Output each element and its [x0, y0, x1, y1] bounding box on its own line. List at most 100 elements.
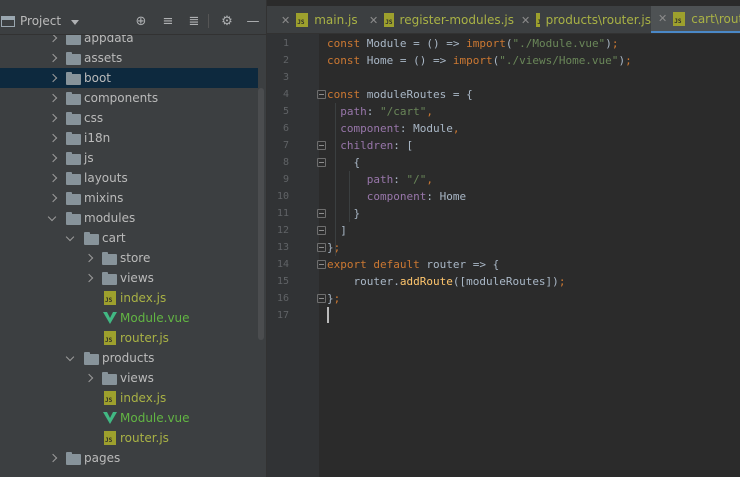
tab-label: products\router.js: [545, 13, 651, 27]
fold-marker-icon[interactable]: [317, 209, 326, 218]
fold-marker-icon[interactable]: [317, 243, 326, 252]
tree-file-module-vue[interactable]: Module.vue: [0, 308, 266, 328]
code-line[interactable]: component: Home: [327, 188, 466, 205]
line-number: 1: [282, 38, 289, 49]
tree-item-label: views: [120, 271, 154, 285]
code-line[interactable]: path: "/cart",: [327, 103, 433, 120]
fold-marker-icon[interactable]: [317, 141, 326, 150]
fold-marker-icon[interactable]: [317, 260, 326, 269]
line-number: 17: [276, 310, 289, 321]
chevron-right-icon[interactable]: [48, 35, 56, 43]
chevron-right-icon[interactable]: [84, 255, 92, 263]
fold-marker-icon[interactable]: [317, 158, 326, 167]
hide-panel-icon[interactable]: —: [244, 12, 262, 30]
locate-file-icon[interactable]: ⊕: [132, 12, 150, 30]
chevron-right-icon[interactable]: [84, 275, 92, 283]
line-number: 14: [276, 259, 289, 270]
chevron-right-icon[interactable]: [48, 115, 56, 123]
line-number: 6: [282, 123, 289, 134]
code-line[interactable]: children: [: [327, 137, 413, 154]
tree-folder-pages[interactable]: pages: [0, 448, 266, 468]
code-line[interactable]: router.addRoute([moduleRoutes]);: [327, 273, 565, 290]
close-icon[interactable]: ✕: [521, 14, 530, 27]
chevron-right-icon[interactable]: [48, 455, 56, 463]
editor-tab[interactable]: ✕ JS main.js: [274, 6, 362, 33]
tree-folder-cart[interactable]: cart: [0, 228, 266, 248]
code-line[interactable]: const Module = () => import("./Module.vu…: [327, 35, 618, 52]
tree-folder-js[interactable]: js: [0, 148, 266, 168]
project-view-selector[interactable]: Project: [0, 13, 80, 29]
tree-folder-layouts[interactable]: layouts: [0, 168, 266, 188]
code-line[interactable]: {: [327, 154, 360, 171]
chevron-right-icon[interactable]: [48, 175, 56, 183]
tree-file-router-js[interactable]: JS router.js: [0, 428, 266, 448]
folder-icon: [66, 212, 81, 225]
tree-folder-boot[interactable]: boot: [0, 68, 258, 88]
chevron-down-icon[interactable]: [48, 215, 56, 223]
gear-icon[interactable]: ⚙: [218, 12, 236, 30]
chevron-down-icon[interactable]: [66, 355, 74, 363]
code-line[interactable]: path: "/",: [327, 171, 433, 188]
tree-folder-views[interactable]: views: [0, 368, 266, 388]
js-file-icon: JS: [104, 291, 116, 305]
code-line[interactable]: }: [327, 205, 360, 222]
chevron-right-icon[interactable]: [48, 195, 56, 203]
code-line[interactable]: export default router => {: [327, 256, 499, 273]
chevron-right-icon[interactable]: [84, 375, 92, 383]
vue-file-icon: [103, 412, 117, 424]
tree-folder-assets[interactable]: assets: [0, 48, 266, 68]
tree-folder-i18n[interactable]: i18n: [0, 128, 266, 148]
tab-label: cart\router.js: [691, 11, 740, 26]
tree-item-label: i18n: [84, 131, 111, 145]
tree-file-module-vue[interactable]: Module.vue: [0, 408, 266, 428]
code-line[interactable]: };: [327, 290, 340, 307]
chevron-down-icon[interactable]: [71, 19, 80, 25]
tree-folder-modules[interactable]: modules: [0, 208, 266, 228]
chevron-right-icon[interactable]: [48, 55, 56, 63]
code-line[interactable]: const moduleRoutes = {: [327, 86, 473, 103]
chevron-right-icon[interactable]: [48, 135, 56, 143]
chevron-right-icon[interactable]: [48, 155, 56, 163]
folder-icon: [66, 112, 81, 125]
tree-folder-css[interactable]: css: [0, 108, 266, 128]
close-icon[interactable]: ✕: [281, 14, 290, 27]
close-icon[interactable]: ✕: [658, 12, 667, 25]
line-number: 15: [276, 276, 289, 287]
project-icon: [1, 15, 15, 27]
tree-file-router-js[interactable]: JS router.js: [0, 328, 266, 348]
tree-file-index-js[interactable]: JS index.js: [0, 288, 266, 308]
folder-icon: [66, 32, 81, 45]
folder-icon: [66, 52, 81, 65]
chevron-down-icon[interactable]: [66, 235, 74, 243]
code-line[interactable]: };: [327, 239, 340, 256]
fold-marker-icon[interactable]: [317, 226, 326, 235]
chevron-right-icon[interactable]: [48, 95, 56, 103]
editor-tab[interactable]: ✕ JS products\router.js: [514, 6, 651, 33]
folder-icon: [66, 132, 81, 145]
tree-folder-views[interactable]: views: [0, 268, 266, 288]
line-number: 4: [282, 89, 289, 100]
code-line[interactable]: ]: [327, 222, 347, 239]
close-icon[interactable]: ✕: [369, 14, 378, 27]
tree-folder-components[interactable]: components: [0, 88, 266, 108]
collapse-all-icon[interactable]: ≣: [185, 12, 203, 30]
js-file-icon: JS: [296, 13, 309, 27]
tree-item-label: views: [120, 371, 154, 385]
code-line[interactable]: component: Module,: [327, 120, 459, 137]
line-number: 11: [276, 208, 289, 219]
tree-folder-store[interactable]: store: [0, 248, 266, 268]
fold-marker-icon[interactable]: [317, 294, 326, 303]
chevron-right-icon[interactable]: [48, 75, 56, 83]
scrollbar-thumb[interactable]: [258, 88, 264, 340]
tree-folder-products[interactable]: products: [0, 348, 266, 368]
fold-marker-icon[interactable]: [317, 90, 326, 99]
expand-all-icon[interactable]: ≡: [159, 12, 177, 30]
folder-icon: [102, 252, 117, 265]
tree-folder-mixins[interactable]: mixins: [0, 188, 266, 208]
code-line[interactable]: const Home = () => import("./views/Home.…: [327, 52, 632, 69]
tree-item-label: pages: [84, 451, 121, 465]
editor-tab[interactable]: ✕ JS register-modules.js: [362, 6, 514, 33]
code-area[interactable]: const Module = () => import("./Module.vu…: [327, 34, 740, 477]
tree-file-index-js[interactable]: JS index.js: [0, 388, 266, 408]
editor-tab[interactable]: ✕ JS cart\router.js: [651, 6, 740, 33]
